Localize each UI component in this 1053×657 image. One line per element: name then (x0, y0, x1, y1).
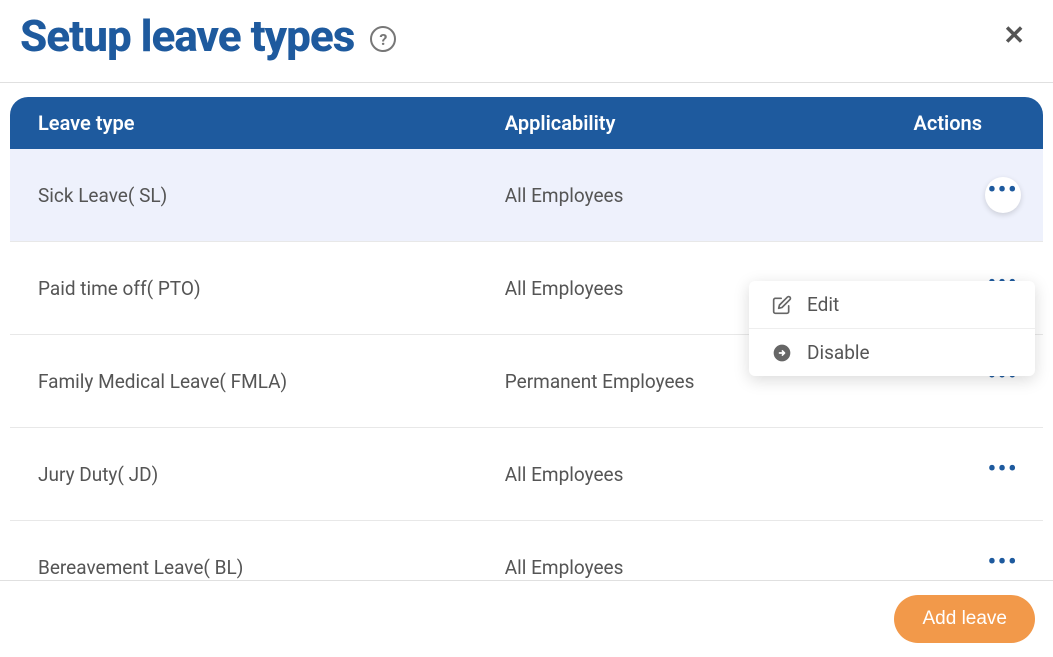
page-title: Setup leave types (20, 10, 354, 62)
actions-dropdown: Edit Disable (749, 281, 1035, 376)
modal-header: Setup leave types ? ✕ (0, 0, 1053, 83)
cell-applicability: All Employees (477, 149, 853, 242)
more-actions-button[interactable]: ••• (985, 177, 1021, 213)
title-wrap: Setup leave types ? (20, 10, 396, 62)
dropdown-item-label: Edit (807, 293, 839, 316)
table-header-row: Leave type Applicability Actions (10, 97, 1043, 149)
cell-applicability: All Employees (477, 428, 853, 521)
dropdown-item-disable[interactable]: Disable (749, 329, 1035, 376)
cell-actions: ••• (853, 149, 1043, 242)
cell-leave-type: Sick Leave( SL) (10, 149, 477, 242)
column-applicability: Applicability (477, 97, 853, 149)
more-actions-button[interactable]: ••• (985, 456, 1021, 492)
add-leave-button[interactable]: Add leave (894, 595, 1035, 643)
cell-leave-type: Jury Duty( JD) (10, 428, 477, 521)
modal-footer: Add leave (0, 580, 1053, 657)
dropdown-item-edit[interactable]: Edit (749, 281, 1035, 329)
cell-actions: ••• (853, 428, 1043, 521)
cell-leave-type: Paid time off( PTO) (10, 242, 477, 335)
table-row: Jury Duty( JD) All Employees ••• (10, 428, 1043, 521)
table-row: Sick Leave( SL) All Employees ••• (10, 149, 1043, 242)
close-icon[interactable]: ✕ (1003, 21, 1033, 51)
cell-leave-type: Family Medical Leave( FMLA) (10, 335, 477, 428)
dropdown-item-label: Disable (807, 341, 870, 364)
edit-icon (771, 294, 793, 316)
help-icon[interactable]: ? (370, 26, 396, 52)
table-container: Leave type Applicability Actions Sick Le… (0, 83, 1053, 623)
column-actions: Actions (853, 97, 1043, 149)
disable-icon (771, 342, 793, 364)
column-leave-type: Leave type (10, 97, 477, 149)
